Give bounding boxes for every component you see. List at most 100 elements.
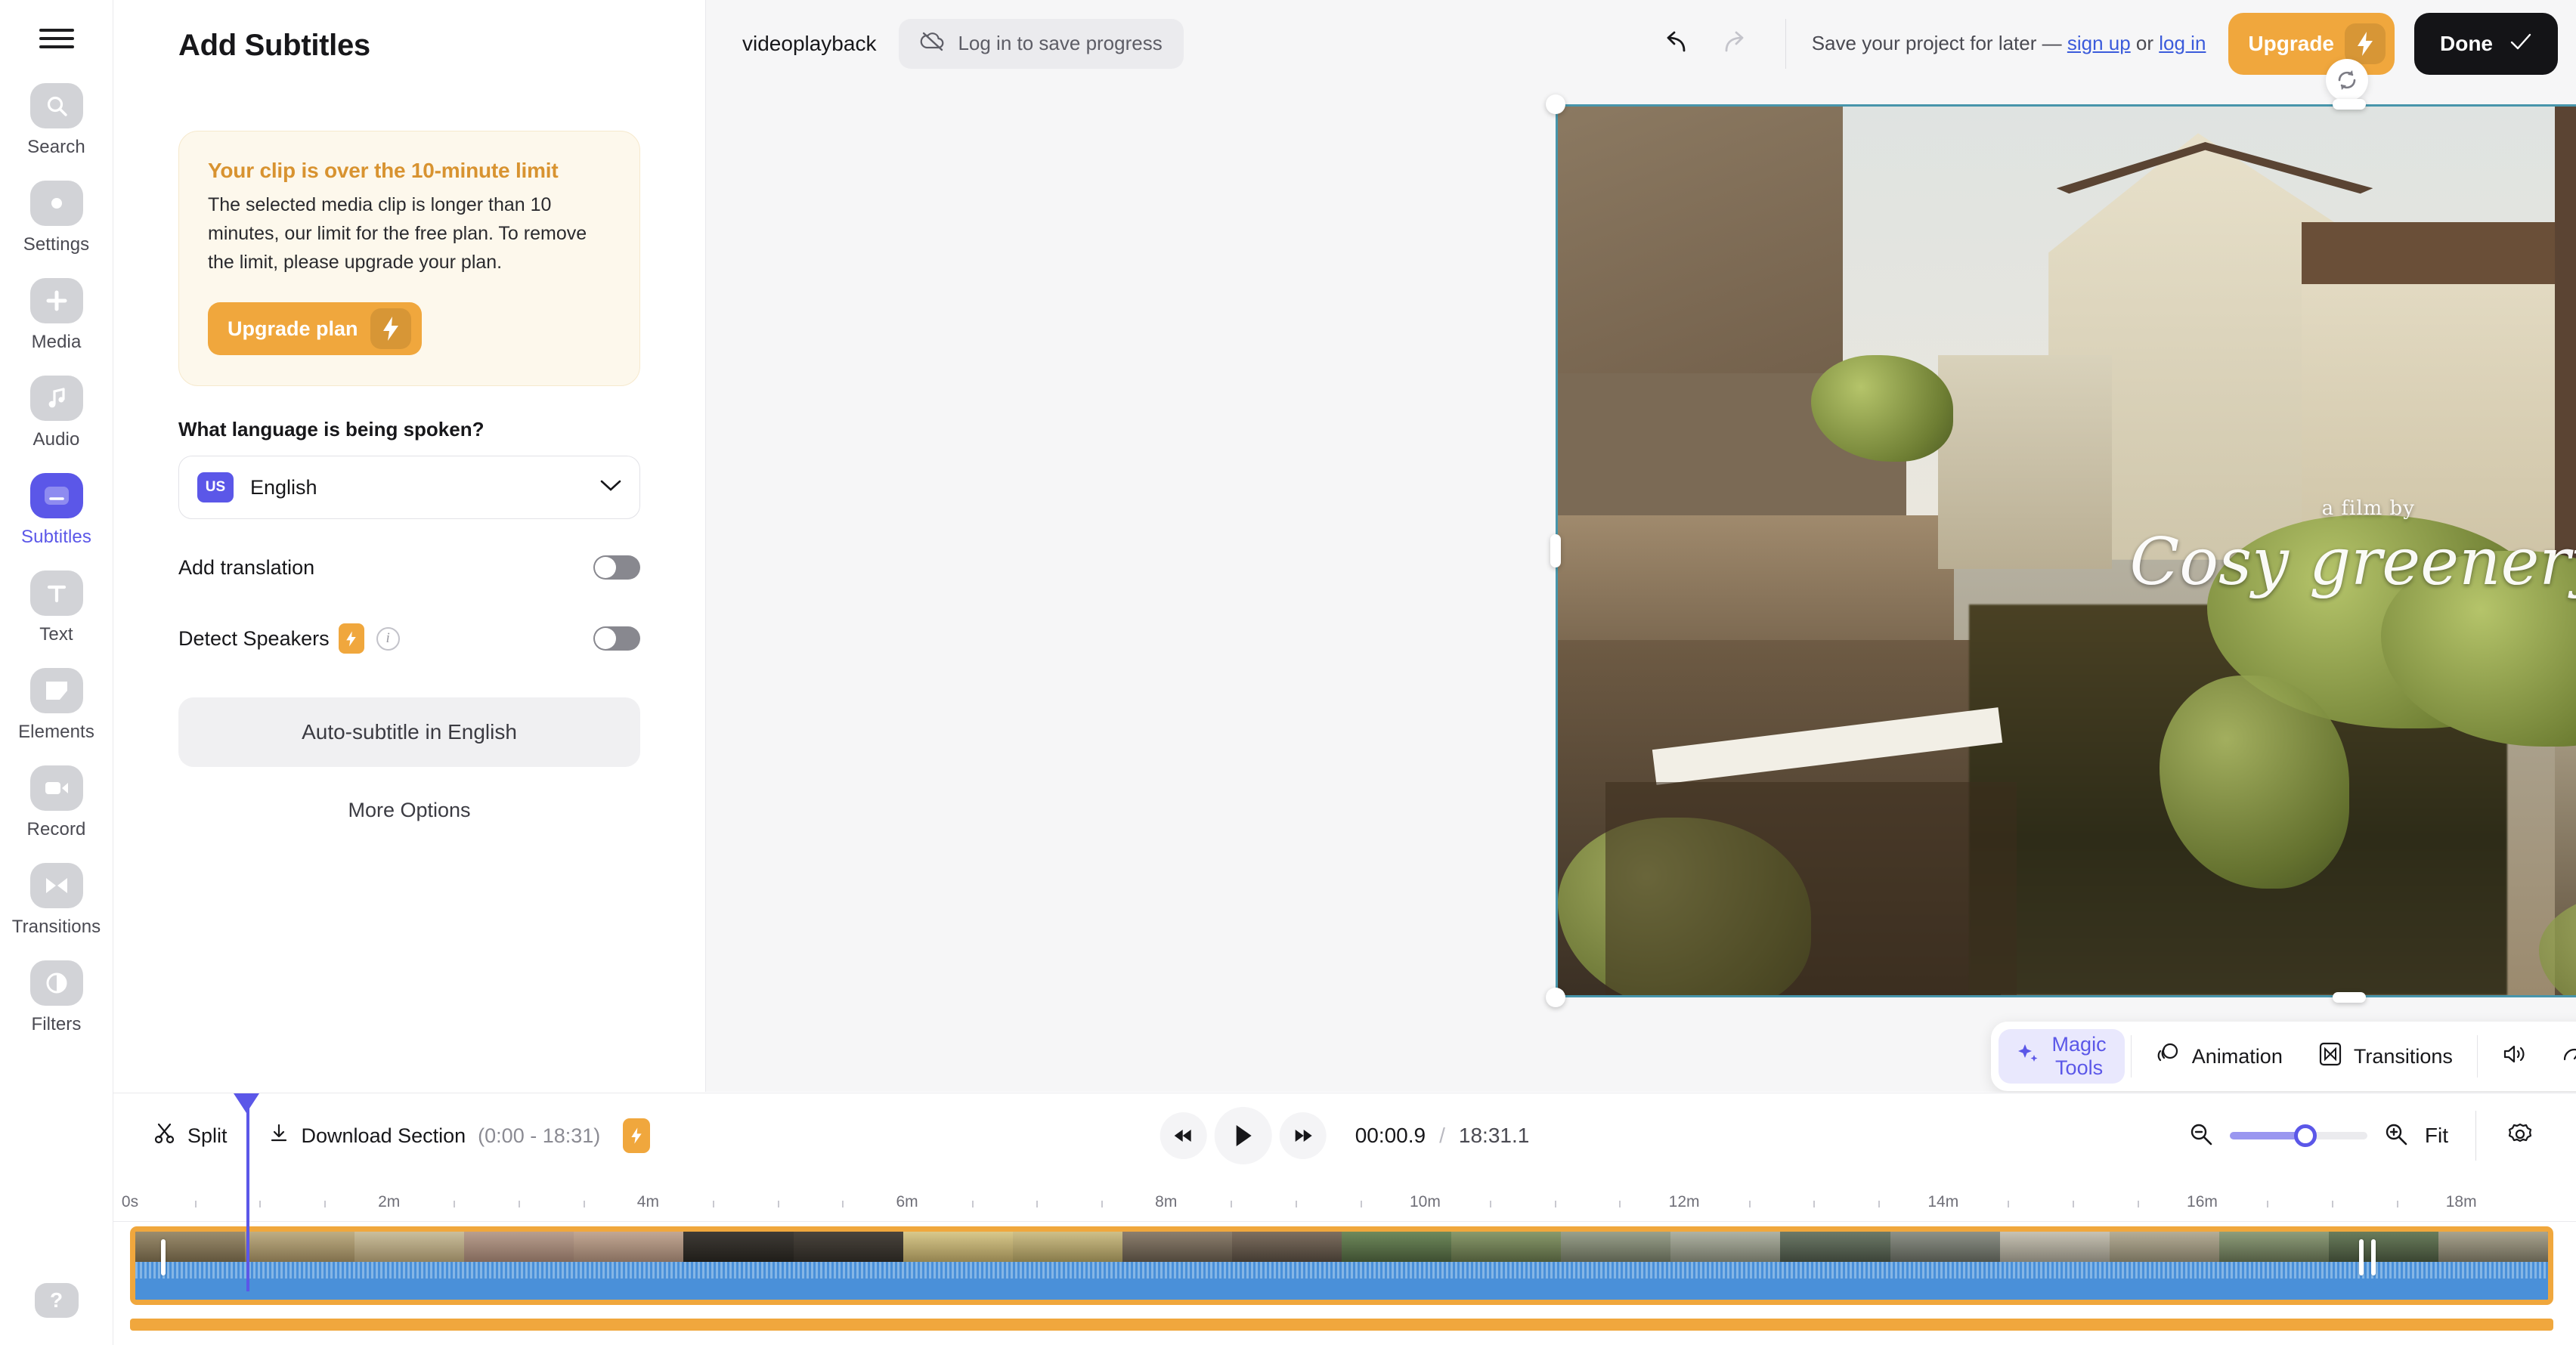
upgrade-button[interactable]: Upgrade — [2228, 12, 2395, 75]
save-hint: Save your project for later — sign up or… — [1812, 32, 2206, 55]
subtitle-track[interactable] — [130, 1319, 2553, 1331]
music-note-icon — [29, 376, 83, 421]
transitions-icon — [2319, 1042, 2342, 1071]
ruler-tick — [324, 1201, 326, 1207]
language-select[interactable]: US English — [178, 456, 640, 519]
timeline-ruler[interactable]: 0s 2m 4m 6m 8m 10m 12m 14m 16m 18m — [113, 1178, 2576, 1222]
magic-tools-button[interactable]: Magic Tools — [1999, 1029, 2126, 1084]
animation-label: Animation — [2191, 1044, 2283, 1068]
sidebar-item-record[interactable]: Record — [0, 765, 113, 840]
zoom-slider[interactable] — [2229, 1124, 2367, 1147]
clip-grip-left[interactable] — [161, 1239, 166, 1275]
ruler-tick — [1101, 1201, 1104, 1207]
ruler-tick — [2331, 1201, 2333, 1207]
bolt-icon — [623, 1118, 651, 1153]
video-preview[interactable]: a film by Cosy greenery — [1556, 104, 2576, 997]
login-to-save-button[interactable]: Log in to save progress — [899, 18, 1184, 69]
rail-items: Search Settings Media Audio Subtitles Text Ele… — [0, 83, 113, 1058]
sidebar-item-subtitles[interactable]: Subtitles — [0, 473, 113, 548]
video-preview-selection[interactable]: a film by Cosy greenery — [1546, 94, 2576, 1007]
ruler-tick — [259, 1201, 262, 1207]
zoom-in-icon[interactable] — [2384, 1122, 2408, 1150]
detect-speakers-row: Detect Speakers i — [178, 616, 640, 661]
login-to-save-label: Log in to save progress — [958, 32, 1163, 54]
animation-icon — [2156, 1042, 2180, 1071]
sidebar-item-media[interactable]: Media — [0, 278, 113, 353]
ruler-tick — [1619, 1201, 1621, 1207]
sidebar-item-audio[interactable]: Audio — [0, 376, 113, 450]
more-options-button[interactable]: More Options — [178, 799, 640, 822]
zoom-out-icon[interactable] — [2189, 1122, 2213, 1150]
info-icon[interactable]: i — [376, 626, 400, 651]
plus-icon — [29, 278, 83, 323]
save-hint-joiner: or — [2130, 32, 2160, 54]
clip-grip-right[interactable] — [2359, 1239, 2364, 1275]
transitions-button[interactable]: Transitions — [2301, 1029, 2471, 1084]
animation-button[interactable]: Animation — [2138, 1029, 2301, 1084]
fast-forward-icon[interactable] — [1279, 1112, 1327, 1159]
help-icon[interactable]: ? — [34, 1283, 79, 1318]
project-name[interactable]: videoplayback — [742, 32, 876, 56]
ruler-tick — [194, 1201, 197, 1207]
split-button[interactable]: Split — [144, 1123, 238, 1149]
save-hint-prefix: Save your project for later — — [1811, 32, 2067, 54]
download-section-button[interactable]: Download Section (0:00 - 18:31) — [258, 1118, 661, 1153]
divider — [2131, 1035, 2132, 1078]
clip-grip-right-2[interactable] — [2371, 1239, 2376, 1275]
refresh-icon[interactable] — [2326, 59, 2368, 101]
playhead[interactable] — [246, 1093, 249, 1291]
ruler-label: 8m — [1155, 1193, 1178, 1210]
resize-handle-top-left[interactable] — [1546, 94, 1565, 114]
subtitles-icon — [29, 473, 83, 518]
auto-subtitle-button[interactable]: Auto-subtitle in English — [178, 697, 640, 767]
sidebar-item-label: Search — [27, 137, 85, 157]
playback-controls: 00:00.9 / 18:31.1 — [1160, 1107, 1529, 1164]
resize-handle-left[interactable] — [1550, 534, 1561, 567]
sidebar-item-transitions[interactable]: Transitions — [0, 863, 113, 938]
chevron-down-icon — [600, 479, 621, 496]
fit-button[interactable]: Fit — [2425, 1124, 2448, 1148]
log-in-link[interactable]: log in — [2159, 32, 2206, 54]
sidebar-item-search[interactable]: Search — [0, 83, 113, 158]
play-icon[interactable] — [1214, 1107, 1272, 1164]
upgrade-plan-label: Upgrade plan — [228, 317, 358, 340]
sidebar-item-label: Text — [39, 624, 73, 645]
resize-handle-bottom[interactable] — [2333, 992, 2366, 1003]
subtitles-panel: Add Subtitles Your clip is over the 10-m… — [113, 0, 706, 1092]
video-editor-app: Search Settings Media Audio Subtitles Text Ele… — [0, 0, 2576, 1345]
magic-tools-label: Magic Tools — [2051, 1033, 2107, 1079]
add-translation-toggle[interactable] — [593, 555, 640, 580]
rewind-icon[interactable] — [1160, 1112, 1207, 1159]
done-button[interactable]: Done — [2414, 12, 2558, 75]
ruler-tick — [2073, 1201, 2075, 1207]
top-right-actions: Save your project for later — sign up or… — [1651, 12, 2576, 75]
sidebar-item-settings[interactable]: Settings — [0, 181, 113, 255]
ruler-tick — [842, 1201, 844, 1207]
speed-button[interactable] — [2544, 1029, 2576, 1084]
resize-handle-top[interactable] — [2333, 99, 2366, 110]
ruler-tick — [2008, 1201, 2010, 1207]
scissors-icon — [154, 1123, 175, 1149]
resize-handle-bottom-left[interactable] — [1546, 988, 1565, 1007]
video-frame-image — [1558, 107, 2576, 995]
detect-speakers-toggle[interactable] — [593, 626, 640, 651]
sidebar-item-elements[interactable]: Elements — [0, 668, 113, 743]
undo-arrow-icon[interactable] — [1651, 20, 1705, 67]
ruler-label: 16m — [2187, 1193, 2218, 1210]
timeline: Split Download Section (0:00 - 18:31) 00… — [113, 1093, 2576, 1345]
upgrade-plan-button[interactable]: Upgrade plan — [208, 302, 422, 355]
redo-arrow-icon[interactable] — [1705, 20, 1760, 67]
ruler-tick — [1878, 1201, 1881, 1207]
sign-up-link[interactable]: sign up — [2067, 32, 2131, 54]
playhead-handle[interactable] — [234, 1093, 259, 1113]
sidebar-item-filters[interactable]: Filters — [0, 960, 113, 1035]
video-clip[interactable] — [130, 1226, 2553, 1305]
hamburger-icon[interactable] — [39, 26, 74, 51]
ruler-label: 0s — [121, 1193, 139, 1210]
add-translation-label: Add translation — [178, 555, 315, 579]
sidebar-item-text[interactable]: Text — [0, 570, 113, 645]
timeline-settings-icon[interactable] — [2508, 1122, 2532, 1150]
volume-button[interactable] — [2484, 1029, 2544, 1084]
ruler-tick — [1296, 1201, 1298, 1207]
upgrade-label: Upgrade — [2248, 31, 2334, 55]
